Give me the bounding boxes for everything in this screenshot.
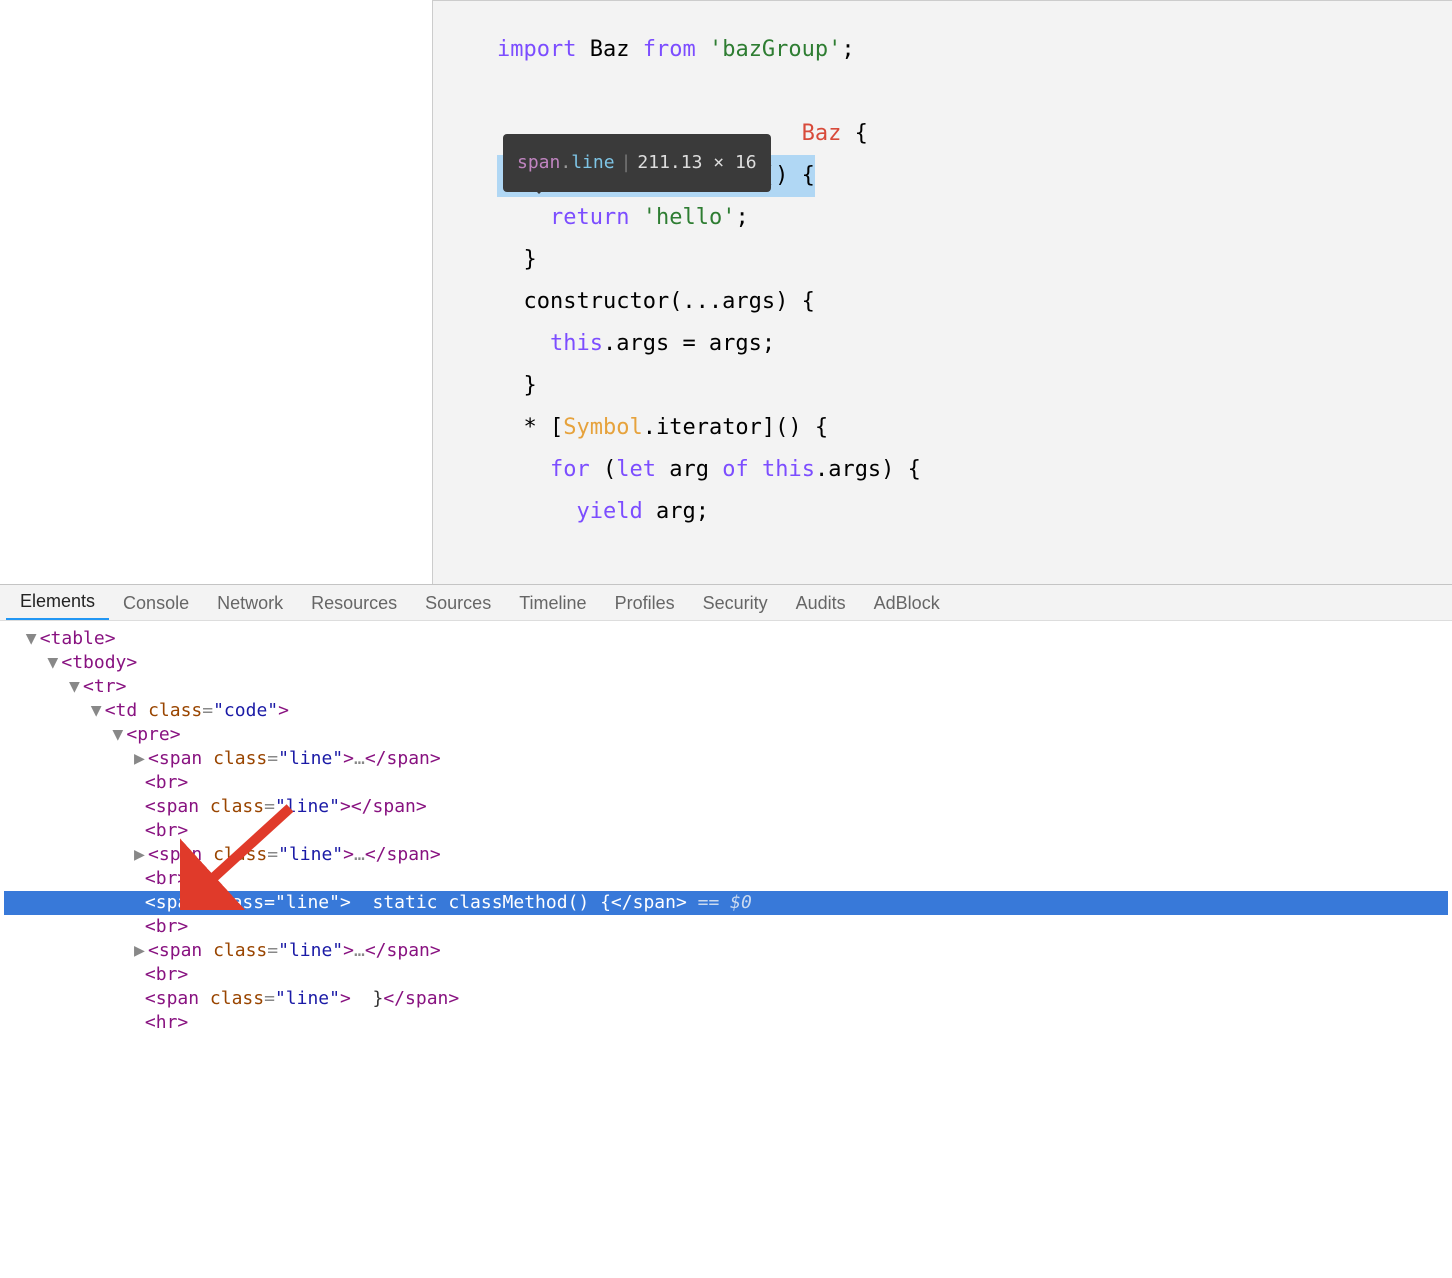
devtools-panel: Elements Console Network Resources Sourc… <box>0 584 1452 1055</box>
code-line-1: import Baz from 'bazGroup'; <box>497 29 1388 71</box>
code-line-9: } <box>497 365 1388 407</box>
tab-network[interactable]: Network <box>203 587 297 620</box>
devtools-tabs: Elements Console Network Resources Sourc… <box>0 585 1452 621</box>
inspector-tooltip: span.line|211.13 × 16 <box>503 134 771 192</box>
tab-sources[interactable]: Sources <box>411 587 505 620</box>
dom-node-br-1[interactable]: <br> <box>4 771 1448 795</box>
dom-node-tbody[interactable]: ▼<tbody> <box>4 651 1448 675</box>
code-line-12: yield arg; <box>497 491 1388 533</box>
dom-node-pre[interactable]: ▼<pre> <box>4 723 1448 747</box>
tab-audits[interactable]: Audits <box>782 587 860 620</box>
code-line-blank <box>497 71 1388 113</box>
dom-node-br-5[interactable]: <br> <box>4 963 1448 987</box>
code-line-10: * [Symbol.iterator]() { <box>497 407 1388 449</box>
dom-node-table[interactable]: ▼<table> <box>4 627 1448 651</box>
dom-node-td[interactable]: ▼<td class="code"> <box>4 699 1448 723</box>
dom-node-br-2[interactable]: <br> <box>4 819 1448 843</box>
code-line-5: return 'hello'; <box>497 197 1388 239</box>
dom-node-span-6[interactable]: <span class="line"> }</span> <box>4 987 1448 1011</box>
code-editor[interactable]: import Baz from 'bazGroup'; Baz { static… <box>432 0 1452 584</box>
code-line-11: for (let arg of this.args) { <box>497 449 1388 491</box>
tab-console[interactable]: Console <box>109 587 203 620</box>
dom-node-span-2[interactable]: <span class="line"></span> <box>4 795 1448 819</box>
code-line-6: } <box>497 239 1388 281</box>
tab-adblock[interactable]: AdBlock <box>860 587 954 620</box>
dom-node-selected[interactable]: <span class="line"> static classMethod()… <box>4 891 1448 915</box>
dom-node-span-3[interactable]: ▶<span class="line">…</span> <box>4 843 1448 867</box>
dom-tree[interactable]: ▼<table> ▼<tbody> ▼<tr> ▼<td class="code… <box>0 621 1452 1055</box>
dom-node-span-1[interactable]: ▶<span class="line">…</span> <box>4 747 1448 771</box>
dom-node-br-3[interactable]: <br> <box>4 867 1448 891</box>
left-gutter <box>0 0 432 584</box>
dom-node-tr[interactable]: ▼<tr> <box>4 675 1448 699</box>
dom-node-span-5[interactable]: ▶<span class="line">…</span> <box>4 939 1448 963</box>
tab-profiles[interactable]: Profiles <box>601 587 689 620</box>
tab-timeline[interactable]: Timeline <box>505 587 600 620</box>
tab-security[interactable]: Security <box>689 587 782 620</box>
tab-resources[interactable]: Resources <box>297 587 411 620</box>
tab-elements[interactable]: Elements <box>6 585 109 620</box>
dom-node-br-6[interactable]: <hr> <box>4 1011 1448 1035</box>
dom-node-br-4[interactable]: <br> <box>4 915 1448 939</box>
code-line-7: constructor(...args) { <box>497 281 1388 323</box>
code-line-8: this.args = args; <box>497 323 1388 365</box>
